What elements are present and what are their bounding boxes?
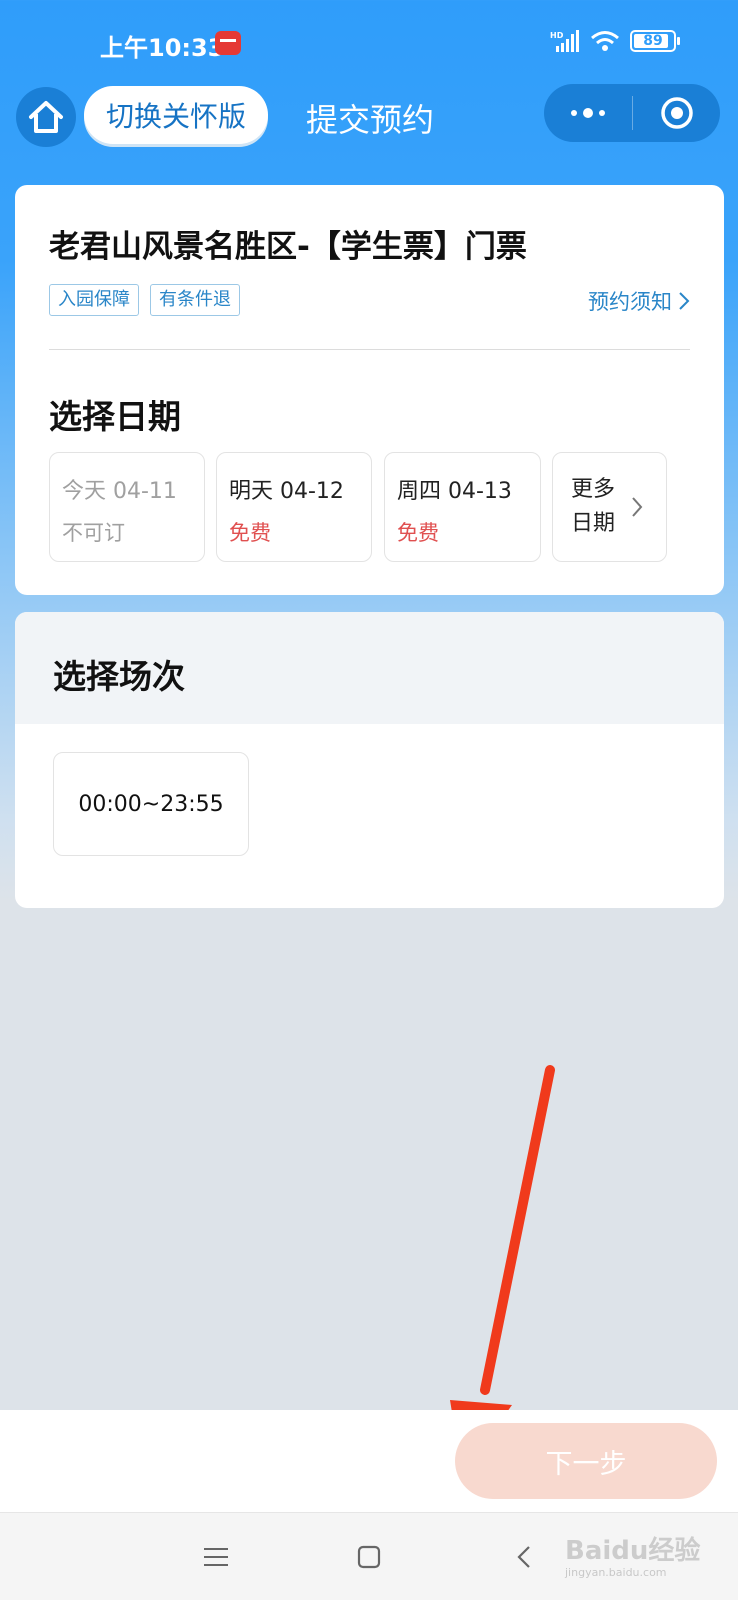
signal-hd-icon: HD <box>550 30 579 52</box>
date-status: 免费 <box>229 521 271 545</box>
bottom-action-bar: 下一步 <box>0 1410 738 1512</box>
session-card: 选择场次 00:00~23:55 <box>15 612 724 908</box>
more-dots-icon <box>571 110 577 116</box>
system-back-button[interactable] <box>494 1513 554 1600</box>
date-label: 明天 04-12 <box>229 479 344 504</box>
session-option[interactable]: 00:00~23:55 <box>53 752 249 856</box>
battery-icon: 89 <box>630 30 680 52</box>
home-icon <box>29 101 63 133</box>
svg-text:HD: HD <box>550 31 564 40</box>
date-option-today[interactable]: 今天 04-11 不可订 <box>49 452 205 562</box>
status-indicators: HD 89 <box>550 30 680 52</box>
tag-conditional-refund: 有条件退 <box>150 284 240 316</box>
ticket-title: 老君山风景名胜区-【学生票】门票 <box>49 229 527 265</box>
more-dates-button[interactable]: 更多 日期 <box>552 452 667 562</box>
status-bar: 上午10:33 HD 89 <box>0 0 738 82</box>
ticket-card: 老君山风景名胜区-【学生票】门票 入园保障 有条件退 预约须知 选择日期 今天 … <box>15 185 724 595</box>
more-dots-icon-center <box>583 108 593 118</box>
care-mode-button[interactable]: 切换关怀版 <box>84 86 268 144</box>
system-home-button[interactable] <box>339 1513 399 1600</box>
date-label: 今天 04-11 <box>62 479 177 504</box>
tag-entry-guarantee: 入园保障 <box>49 284 139 316</box>
battery-level: 89 <box>643 33 663 49</box>
square-home-icon <box>357 1545 381 1569</box>
more-dates-label-line1: 更多 <box>571 477 616 502</box>
chevron-right-icon <box>679 292 690 310</box>
booking-notice-link[interactable]: 预约须知 <box>588 286 690 316</box>
page-title: 提交预约 <box>306 101 435 139</box>
date-status: 不可订 <box>62 521 125 545</box>
next-step-button[interactable]: 下一步 <box>455 1423 717 1499</box>
date-section-heading: 选择日期 <box>49 397 181 436</box>
date-status: 免费 <box>397 521 439 545</box>
more-dates-label: 更多 日期 <box>571 473 619 541</box>
baidu-watermark: Baidu经验 <box>565 1536 701 1566</box>
more-button[interactable] <box>544 84 632 142</box>
target-close-icon <box>660 97 693 129</box>
baidu-watermark-url: jingyan.baidu.com <box>565 1566 667 1579</box>
notification-app-icon <box>215 31 241 55</box>
more-dates-label-line2: 日期 <box>571 511 616 536</box>
status-time: 上午10:33 <box>100 34 225 62</box>
date-option-thursday[interactable]: 周四 04-13 免费 <box>384 452 541 562</box>
session-section-heading: 选择场次 <box>53 657 185 696</box>
back-chevron-icon <box>517 1546 530 1568</box>
chevron-right-icon <box>632 497 643 517</box>
menu-button[interactable] <box>186 1513 246 1600</box>
divider <box>49 349 690 350</box>
close-button[interactable] <box>633 84 720 142</box>
home-button[interactable] <box>16 87 76 147</box>
menu-icon <box>204 1548 228 1566</box>
wifi-icon <box>591 31 619 51</box>
date-label: 周四 04-13 <box>397 479 512 504</box>
more-dots-icon-right <box>599 110 605 116</box>
date-option-tomorrow[interactable]: 明天 04-12 免费 <box>216 452 372 562</box>
miniapp-capsule <box>544 84 720 142</box>
booking-notice-label: 预约须知 <box>588 290 672 314</box>
